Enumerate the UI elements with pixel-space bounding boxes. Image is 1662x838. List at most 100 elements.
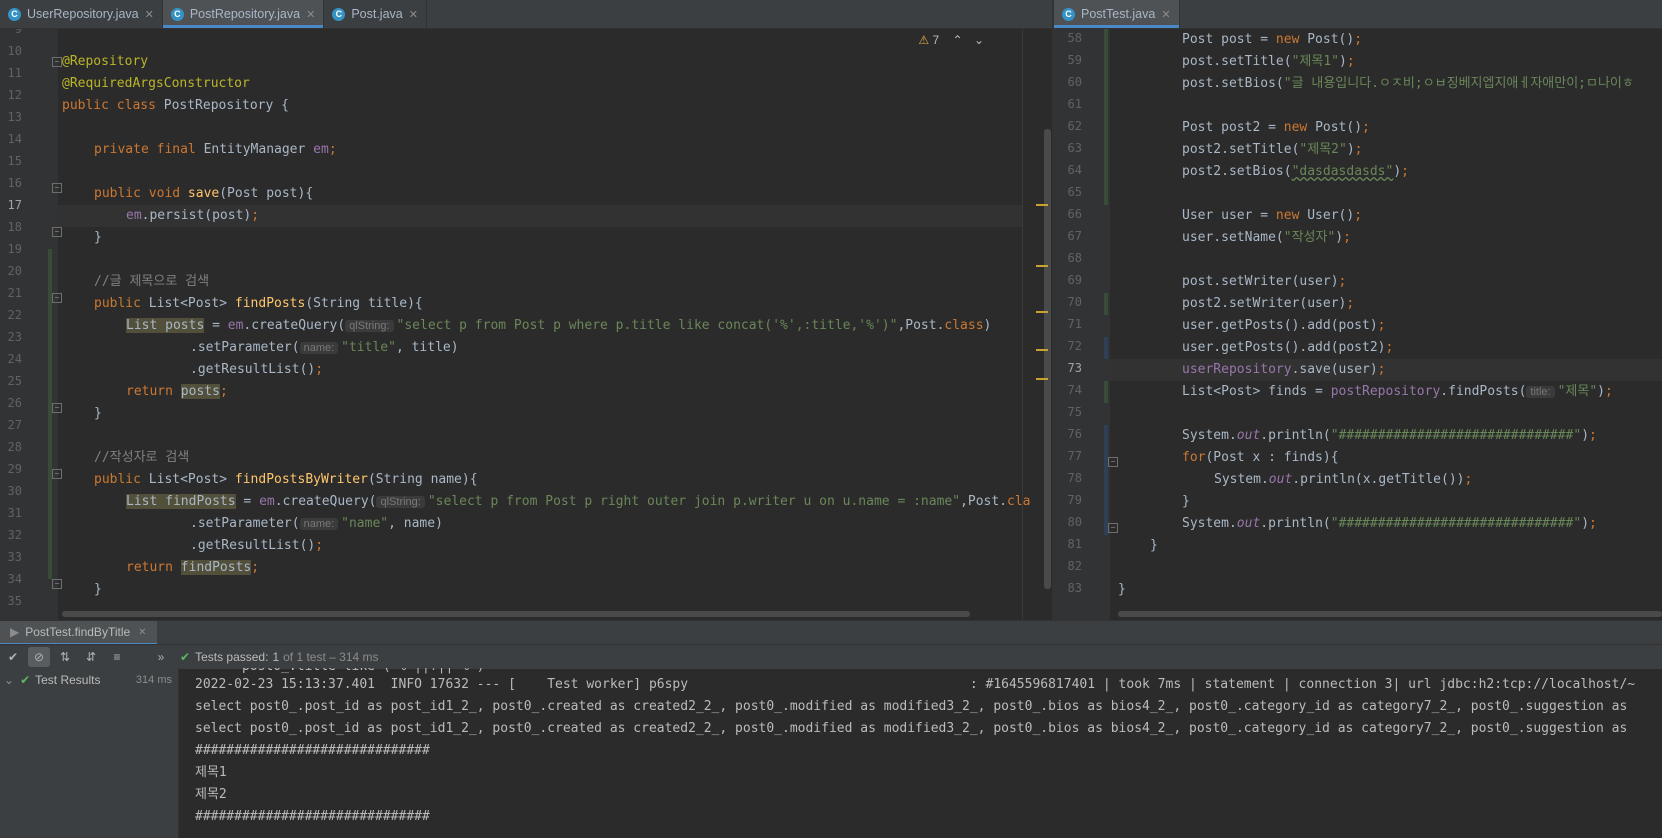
class-icon: C [170, 7, 184, 21]
fold-icon[interactable]: − [52, 579, 62, 589]
code-line-64: post2.setBios("dasdasdasds"); [1182, 164, 1409, 179]
code-line-74: List<Post> finds = postRepository.findPo… [1182, 384, 1613, 399]
code-line-71: user.getPosts().add(post); [1182, 318, 1386, 333]
show-passed-icon[interactable]: ✔ [2, 647, 24, 667]
line-number: 61 [1067, 97, 1082, 111]
code-line-70: post2.setWriter(user); [1182, 296, 1355, 311]
tab-label: PostTest.java [1081, 7, 1156, 21]
more-icon[interactable]: » [150, 647, 172, 667]
line-number: 82 [1067, 559, 1082, 573]
line-number: 68 [1067, 251, 1082, 265]
fold-icon[interactable]: − [1108, 523, 1118, 533]
line-number: 30 [7, 484, 22, 498]
line-number: 32 [7, 528, 22, 542]
tab-label: PostRepository.java [189, 7, 301, 21]
line-number: 18 [7, 220, 22, 234]
tree-item-test-results[interactable]: ⌄ ✔ Test Results 314 ms [0, 670, 178, 690]
close-icon[interactable]: ✕ [145, 8, 154, 21]
code-line-72: user.getPosts().add(post2); [1182, 340, 1394, 355]
vcs-change-marker [1104, 29, 1108, 205]
code-line-11: @RequiredArgsConstructor [62, 76, 250, 91]
line-number: 13 [7, 110, 22, 124]
code-line-80: System.out.println("####################… [1182, 516, 1597, 531]
close-icon[interactable]: ✕ [409, 8, 418, 21]
console-line: 2022-02-23 15:13:37.401 INFO 17632 --- [… [195, 677, 1636, 692]
tab-label: UserRepository.java [27, 7, 139, 21]
right-editor[interactable]: 58 59 60 61 62 63 64 65 66 67 68 69 70 71 72 73 74 75 76 77… [1054, 29, 1662, 620]
code-line-33: return findPosts; [126, 560, 260, 575]
line-number: 78 [1067, 471, 1082, 485]
chevron-down-icon[interactable]: ⌄ [4, 673, 14, 687]
fold-icon[interactable]: − [1108, 457, 1118, 467]
stripe-mark [1036, 265, 1048, 267]
code-line-30: List findPosts = em.createQuery(qlString… [126, 494, 1031, 509]
close-icon[interactable]: ✕ [1161, 8, 1170, 21]
tab-post-repository[interactable]: C PostRepository.java ✕ [162, 0, 325, 28]
code-line-77: for(Post x : finds){ [1182, 450, 1339, 465]
sort-alpha-icon[interactable]: ⇅ [54, 647, 76, 667]
chevron-up-icon[interactable]: ⌃ [953, 33, 963, 47]
tree-item-time: 314 ms [135, 674, 172, 686]
fold-icon[interactable]: − [52, 57, 62, 67]
code-line-62: Post post2 = new Post(); [1182, 120, 1370, 135]
fold-icon[interactable]: − [52, 227, 62, 237]
error-stripe [1036, 29, 1048, 620]
code-line-17: em.persist(post); [126, 208, 260, 223]
line-number: 71 [1067, 317, 1082, 331]
console-output[interactable]: post0_.title like ('%'||?||'%') 2022-02-… [179, 668, 1662, 838]
fold-icon[interactable]: − [52, 293, 62, 303]
code-line-26: } [94, 406, 102, 421]
line-number: 80 [1067, 515, 1082, 529]
line-number: 79 [1067, 493, 1082, 507]
inspection-widget[interactable]: ⚠ 7 ⌃ ⌄ [918, 33, 984, 47]
code-line-63: post2.setTitle("제목2"); [1182, 142, 1363, 157]
line-number: 27 [7, 418, 22, 432]
horizontal-scrollbar[interactable] [62, 611, 970, 617]
line-number: 77 [1067, 449, 1082, 463]
run-tool-window: ▶ PostTest.findByTitle ✕ ✔ ⊘ ⇅ ⇵ ≡ » ✔ T… [0, 620, 1662, 838]
expand-all-icon[interactable]: ≡ [106, 647, 128, 667]
left-tab-bar: C UserRepository.java ✕ C PostRepository.ja… [0, 0, 1052, 29]
code-line-25: return posts; [126, 384, 228, 399]
fold-icon[interactable]: − [52, 403, 62, 413]
code-line-16: public void save(Post post){ [94, 186, 314, 201]
code-line-78: System.out.println(x.getTitle()); [1214, 472, 1473, 487]
code-line-12: public class PostRepository { [62, 98, 289, 113]
right-margin-guide [1022, 29, 1023, 620]
left-editor[interactable]: 9 10 11 12 13 14 15 16 17 18 19 20 21 22 23 24 25 26 27 28 2… [0, 29, 1052, 620]
test-status-label: Tests passed: [195, 650, 269, 664]
vcs-change-marker [1104, 337, 1108, 359]
stripe-mark [1036, 311, 1048, 313]
horizontal-scrollbar[interactable] [1118, 611, 1662, 617]
test-class-icon: C [1062, 7, 1075, 21]
vcs-change-marker [1104, 381, 1108, 403]
vcs-change-marker [1104, 425, 1108, 535]
close-icon[interactable]: ✕ [138, 627, 146, 638]
fold-icon[interactable]: − [52, 183, 62, 193]
chevron-down-icon[interactable]: ⌄ [974, 33, 984, 47]
warning-icon: ⚠ [918, 33, 930, 47]
code-line-14: private final EntityManager em; [94, 142, 337, 157]
line-number: 62 [1067, 119, 1082, 133]
tab-post[interactable]: C Post.java ✕ [324, 0, 427, 28]
tab-user-repository[interactable]: C UserRepository.java ✕ [0, 0, 163, 28]
close-icon[interactable]: ✕ [306, 8, 315, 21]
line-number: 34 [7, 572, 22, 586]
tab-post-test[interactable]: C PostTest.java ✕ [1054, 0, 1180, 28]
show-ignored-icon[interactable]: ⊘ [28, 647, 50, 667]
tab-label: Post.java [351, 7, 403, 21]
sort-duration-icon[interactable]: ⇵ [80, 647, 102, 667]
line-number: 74 [1067, 383, 1082, 397]
run-tab-label: PostTest.findByTitle [25, 625, 131, 639]
code-line-23: .setParameter(name: "title", title) [190, 340, 459, 355]
code-line-79: } [1182, 494, 1190, 509]
code-line-21: public List<Post> findPosts(String title… [94, 296, 423, 311]
code-line-59: post.setTitle("제목1"); [1182, 54, 1355, 69]
console-line: 제목1 [195, 765, 227, 780]
line-number: 66 [1067, 207, 1082, 221]
fold-icon[interactable]: − [52, 469, 62, 479]
stripe-mark [1036, 349, 1048, 351]
line-number: 73 [1067, 361, 1082, 375]
vertical-scrollbar[interactable] [1044, 129, 1051, 589]
run-tab[interactable]: ▶ PostTest.findByTitle ✕ [0, 621, 157, 645]
